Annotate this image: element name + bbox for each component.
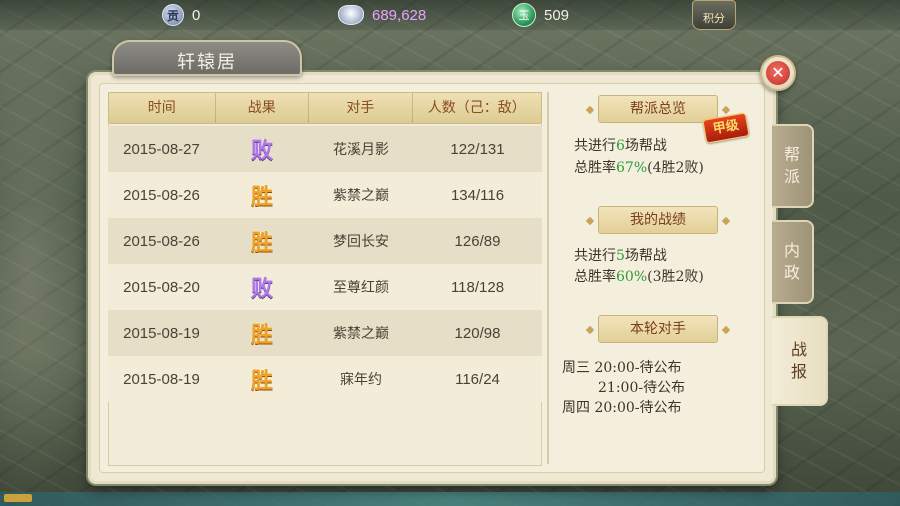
points-button[interactable]: 积分 <box>692 0 736 30</box>
text-prefix: 总胜率 <box>574 160 616 176</box>
row-opponent: 紫禁之巅 <box>333 188 389 204</box>
table-body: 2015-08-27 败 花溪月影 122/131 2015-08-26 胜 紫… <box>108 126 542 402</box>
tab-war-report[interactable]: 战 报 <box>772 316 828 406</box>
win-loss-detail: (3胜2败) <box>647 269 704 285</box>
my-record-title: 我的战绩 <box>598 206 718 234</box>
table-row[interactable]: 2015-08-27 败 花溪月影 122/131 <box>108 126 542 172</box>
bottom-edge-decoration <box>0 492 900 506</box>
my-battles-line: 共进行5场帮战 <box>574 246 667 266</box>
resource-bar: 贡 0 689,628 玉 509 积分 <box>0 0 900 30</box>
row-count: 126/89 <box>454 232 501 250</box>
row-result: 胜 <box>250 322 273 348</box>
overview-battles-line: 共进行6场帮战 <box>574 136 667 156</box>
table-row[interactable]: 2015-08-19 胜 寐年约 116/24 <box>108 356 542 402</box>
row-result: 败 <box>250 138 273 164</box>
panel-title-plate: 轩辕居 <box>112 40 302 76</box>
header-result: 战果 <box>216 93 310 123</box>
tab-label: 帮 <box>783 145 800 164</box>
text-suffix: 场帮战 <box>624 138 667 154</box>
contribution-resource: 贡 0 <box>162 3 200 27</box>
row-count: 118/128 <box>450 278 505 296</box>
opponent-schedule-line: 周三 20:00-待公布 <box>562 360 682 376</box>
corner-badge-icon <box>4 494 32 502</box>
scene-decoration <box>0 40 100 506</box>
row-opponent: 寐年约 <box>340 372 382 388</box>
points-label: 积分 <box>703 12 725 25</box>
row-date: 2015-08-19 <box>123 370 200 388</box>
win-rate: 60% <box>616 269 648 285</box>
silver-resource: 689,628 <box>338 3 426 27</box>
overview-winrate-line: 总胜率67%(4胜2败) <box>574 158 704 178</box>
tab-label: 政 <box>783 263 800 282</box>
panel-title: 轩辕居 <box>177 52 237 73</box>
text-prefix: 总胜率 <box>574 269 616 285</box>
table-row[interactable]: 2015-08-26 胜 梦回长安 126/89 <box>108 218 542 264</box>
header-opponent: 对手 <box>309 93 413 123</box>
text-suffix: 场帮战 <box>624 248 667 264</box>
header-count: 人数（己：敌） <box>427 100 526 116</box>
jade-value: 509 <box>544 6 570 24</box>
text-prefix: 共进行 <box>574 248 616 264</box>
silver-value: 689,628 <box>372 6 427 24</box>
row-date: 2015-08-27 <box>123 140 200 158</box>
guild-overview-title: 帮派总览 <box>598 95 718 123</box>
row-count: 122/131 <box>450 140 505 158</box>
row-opponent: 至尊红颜 <box>333 280 389 296</box>
close-icon: ✕ <box>766 61 790 85</box>
row-date: 2015-08-19 <box>123 324 200 342</box>
table-header: 时间 战果 对手 人数（己：敌） <box>108 92 542 124</box>
contribution-value: 0 <box>192 6 201 24</box>
table-row[interactable]: 2015-08-19 胜 紫禁之巅 120/98 <box>108 310 542 356</box>
tab-label: 报 <box>790 362 807 381</box>
row-date: 2015-08-20 <box>123 278 200 296</box>
row-count: 116/24 <box>455 370 500 388</box>
opponent-schedule-line: 周四 20:00-待公布 <box>562 400 682 416</box>
win-rate: 67% <box>616 160 648 176</box>
row-opponent: 紫禁之巅 <box>333 326 389 342</box>
table-row[interactable]: 2015-08-20 败 至尊红颜 118/128 <box>108 264 542 310</box>
win-loss-detail: (4胜2败) <box>647 160 704 176</box>
table-row[interactable]: 2015-08-26 胜 紫禁之巅 134/116 <box>108 172 542 218</box>
tab-label: 派 <box>783 167 800 186</box>
current-opponents-title: 本轮对手 <box>598 315 718 343</box>
battle-count: 5 <box>616 248 625 264</box>
row-date: 2015-08-26 <box>123 186 200 204</box>
text-prefix: 共进行 <box>574 138 616 154</box>
battle-count: 6 <box>616 138 625 154</box>
row-result: 败 <box>250 276 273 302</box>
header-time: 时间 <box>109 93 216 123</box>
contribution-icon: 贡 <box>162 4 184 26</box>
my-winrate-line: 总胜率60%(3胜2败) <box>574 267 704 287</box>
jade-icon: 玉 <box>512 3 536 27</box>
row-opponent: 花溪月影 <box>333 142 389 158</box>
row-count: 120/98 <box>454 324 501 342</box>
row-result: 胜 <box>250 368 273 394</box>
jade-resource: 玉 509 <box>512 3 569 27</box>
tab-internal-affairs[interactable]: 内 政 <box>772 220 814 304</box>
column-divider <box>547 92 549 464</box>
silver-ingot-icon <box>338 5 364 25</box>
tab-guild[interactable]: 帮 派 <box>772 124 814 208</box>
row-opponent: 梦回长安 <box>333 234 389 250</box>
tab-label: 战 <box>790 340 807 359</box>
row-result: 胜 <box>250 184 273 210</box>
row-count: 134/116 <box>450 186 505 204</box>
row-result: 胜 <box>250 230 273 256</box>
tab-label: 内 <box>783 241 800 260</box>
row-date: 2015-08-26 <box>123 232 200 250</box>
opponent-schedule-line: 21:00-待公布 <box>598 380 686 396</box>
close-button[interactable]: ✕ <box>760 55 796 91</box>
